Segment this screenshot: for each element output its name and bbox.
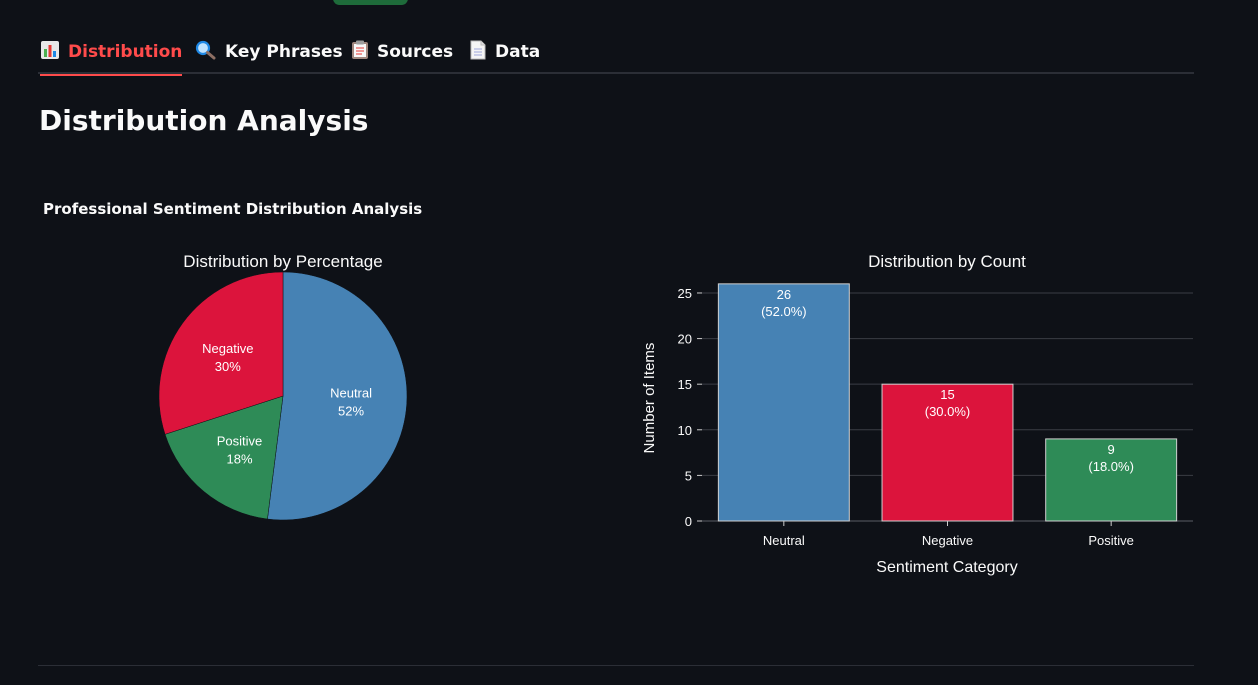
pie-slice-value: 30% [215, 359, 241, 374]
x-tick-label: Negative [922, 533, 973, 548]
bar-percent-label: (52.0%) [761, 304, 807, 319]
bar-chart-title: Distribution by Count [868, 252, 1026, 271]
pie-slice-label: Negative [202, 341, 253, 356]
bar-percent-label: (30.0%) [925, 404, 971, 419]
bar-neutral [717, 283, 850, 522]
y-axis-label: Number of Items [641, 343, 658, 454]
pie-chart-title: Distribution by Percentage [183, 252, 382, 271]
bar-value-label: 9 [1108, 442, 1115, 457]
y-tick-label: 5 [685, 468, 692, 483]
bar-value-label: 15 [940, 387, 954, 402]
y-tick-label: 0 [685, 514, 692, 529]
y-tick-label: 25 [678, 286, 692, 301]
y-tick-label: 10 [678, 423, 692, 438]
pie-slice-value: 52% [338, 403, 364, 418]
pie-slice-label: Positive [217, 434, 263, 449]
pie-slice-label: Neutral [330, 385, 372, 400]
bar-value-label: 26 [777, 287, 791, 302]
x-tick-label: Neutral [763, 533, 805, 548]
pie-slice-value: 18% [227, 452, 253, 467]
x-tick-label: Positive [1088, 533, 1134, 548]
pie-chart: Neutral 52% Positive 18% Negative 30% [158, 271, 408, 521]
chart-canvas: Distribution by Percentage Neutral 52% Pos… [158, 252, 1193, 576]
y-tick-label: 20 [678, 332, 692, 347]
bar-percent-label: (18.0%) [1088, 459, 1134, 474]
y-tick-label: 15 [678, 377, 692, 392]
x-axis-label: Sentiment Category [876, 559, 1017, 576]
bar-chart: 0 5 10 15 20 25 26 (52.0%) Neutral 15 (30.0%) Negat… [678, 283, 1193, 548]
bottom-divider [38, 665, 1194, 666]
